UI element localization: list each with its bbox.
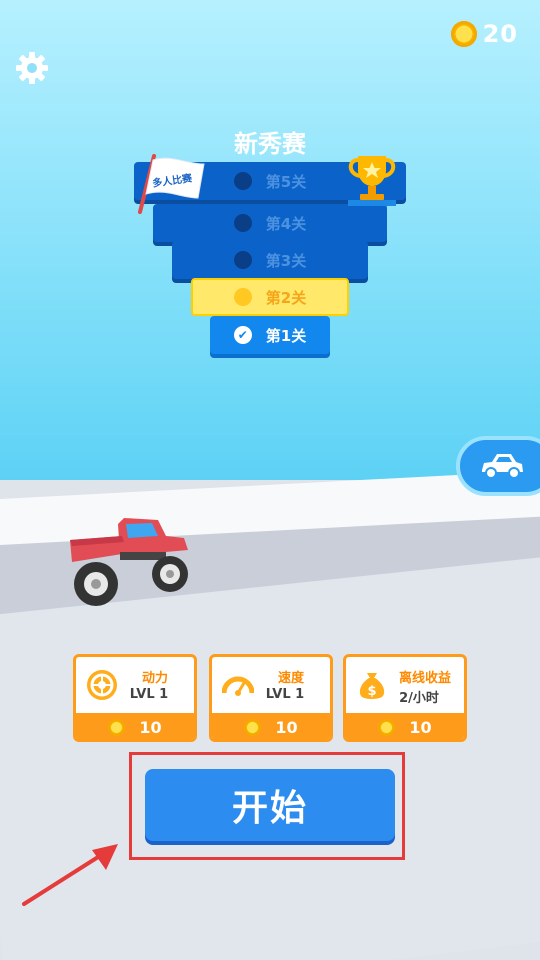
level-label: 第2关 xyxy=(265,288,307,307)
wheel xyxy=(152,556,188,592)
upgrade-level: 2/小时 xyxy=(399,691,439,706)
upgrade-name: 离线收益 xyxy=(398,671,451,686)
upgrade-cost[interactable]: 10 xyxy=(212,713,330,739)
coin-icon xyxy=(378,719,396,736)
checkmark-icon: ✔ xyxy=(233,326,252,344)
level-label: 第4关 xyxy=(265,214,307,233)
upgrade-card-speed[interactable]: 速度 LVL 1 10 xyxy=(209,654,333,742)
monster-truck-icon xyxy=(70,518,188,606)
level-3: 第3关 xyxy=(172,241,368,279)
coin-count: 20 xyxy=(482,20,518,48)
coin-icon xyxy=(450,21,477,47)
level-status-dot xyxy=(233,288,252,306)
level-status-dot xyxy=(233,214,252,232)
level-label: 第5关 xyxy=(265,172,307,191)
upgrade-name: 速度 xyxy=(277,671,304,686)
level-label: 第1关 xyxy=(265,326,307,345)
upgrade-card-offline-earnings[interactable]: $ 离线收益 2/小时 10 xyxy=(343,654,467,742)
coin-icon xyxy=(108,719,126,736)
car-icon xyxy=(482,454,523,479)
coin-counter: 20 xyxy=(450,20,518,48)
level-status-dot xyxy=(233,251,252,269)
garage-button[interactable] xyxy=(456,436,540,496)
cost-value: 10 xyxy=(275,718,298,737)
settings-gear-icon[interactable] xyxy=(14,50,50,86)
level-status-dot xyxy=(233,172,252,190)
wheel xyxy=(74,562,118,606)
cost-value: 10 xyxy=(139,718,162,737)
upgrade-level: LVL 1 xyxy=(129,687,169,702)
level-2-current: 第2关 xyxy=(191,278,349,316)
level-label: 第3关 xyxy=(265,251,307,270)
upgrade-card-power[interactable]: 动力 LVL 1 10 xyxy=(73,654,197,742)
upgrade-cost[interactable]: 10 xyxy=(346,713,464,739)
cost-value: 10 xyxy=(409,718,432,737)
coin-icon xyxy=(244,719,262,736)
upgrade-cost[interactable]: 10 xyxy=(76,713,194,739)
upgrade-name: 动力 xyxy=(141,671,168,686)
level-1-completed: ✔ 第1关 xyxy=(210,316,330,354)
league-title: 新秀赛 xyxy=(234,130,306,158)
trophy-icon xyxy=(348,156,396,206)
pointer-arrow-icon xyxy=(22,844,118,906)
start-button[interactable]: 开始 xyxy=(145,769,395,841)
upgrade-level: LVL 1 xyxy=(265,687,305,702)
